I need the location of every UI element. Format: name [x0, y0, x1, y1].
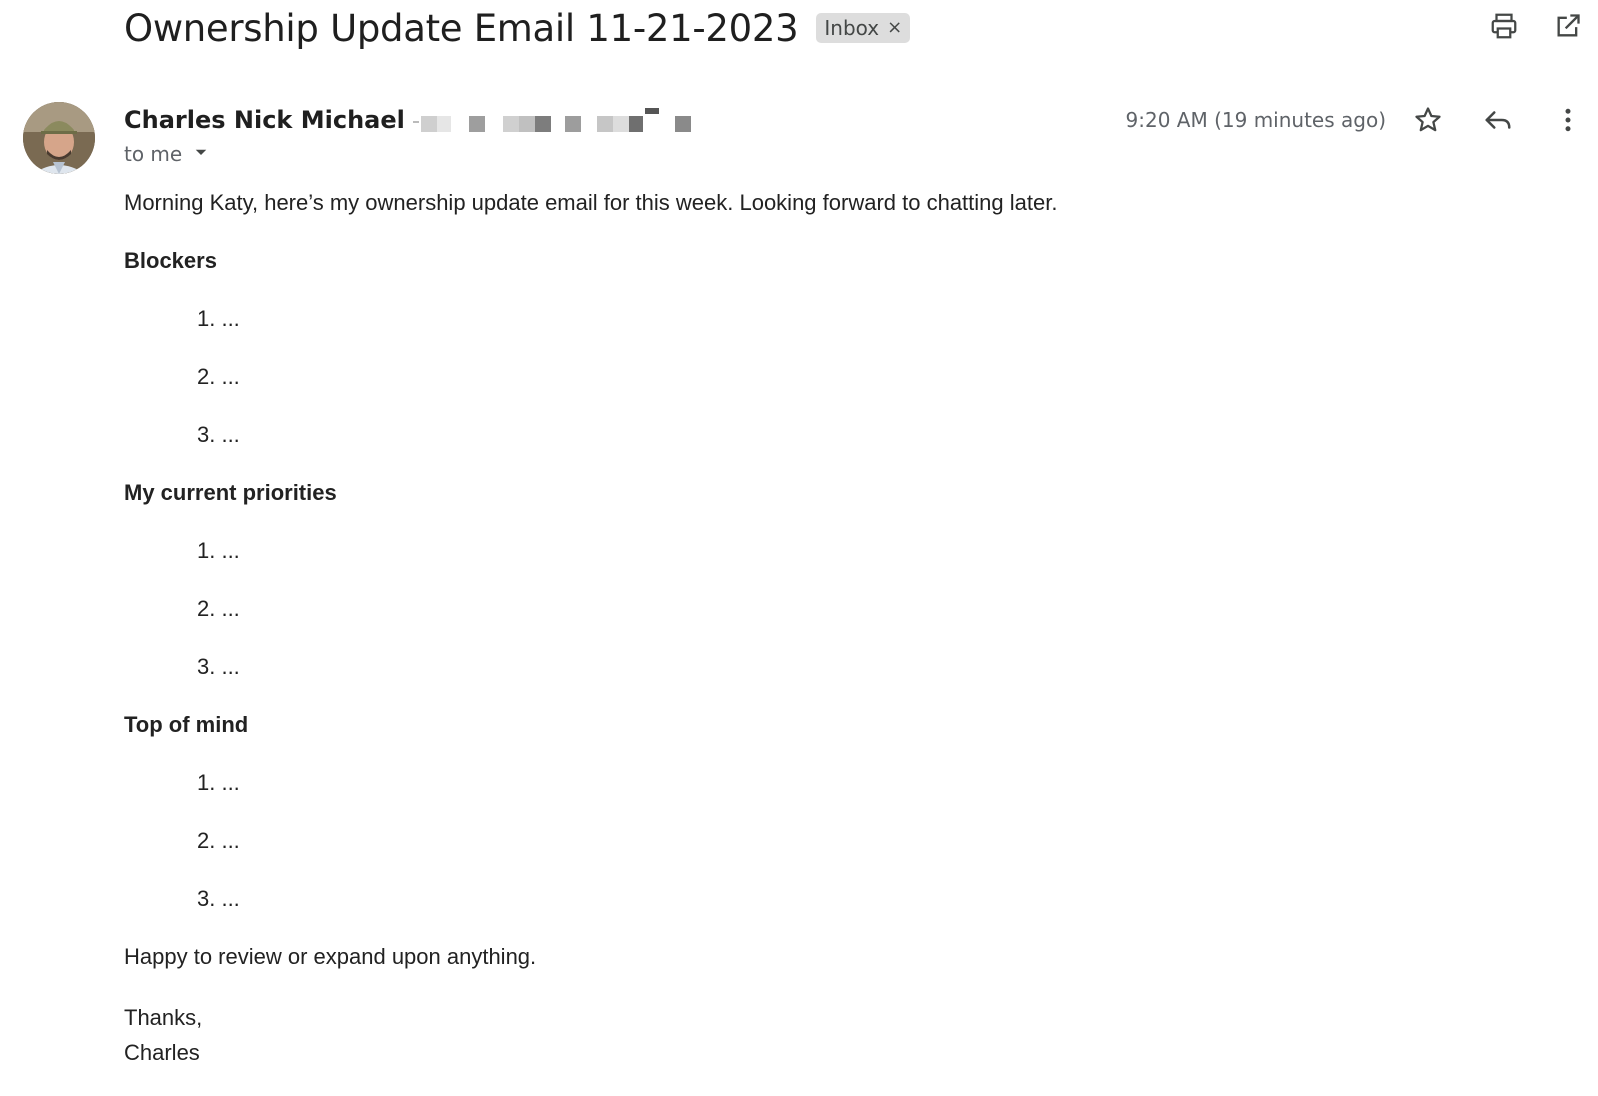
list-item: 1. ... — [197, 538, 240, 563]
email-subject: Ownership Update Email 11-21-2023 — [124, 6, 799, 50]
label-text: Inbox — [824, 16, 880, 40]
email-body: Morning Katy, here’s my ownership update… — [124, 188, 1524, 1070]
sender-name[interactable]: Charles Nick Michael — [124, 106, 405, 134]
message-timestamp: 9:20 AM (19 minutes ago) — [1125, 108, 1386, 132]
caret-down-icon — [192, 142, 210, 166]
more-options-icon — [1553, 105, 1583, 135]
section-heading-top-of-mind: Top of mind — [124, 712, 249, 737]
recipient-line: to me — [124, 142, 693, 166]
list-item: 2. ... — [197, 364, 240, 389]
list-item: 1. ... — [197, 306, 240, 331]
inbox-label-chip[interactable]: Inbox × — [816, 13, 911, 43]
list-item: 3. ... — [197, 886, 240, 911]
priorities-list: 1. ... 2. ... 3. ... — [124, 536, 1524, 710]
sender-avatar[interactable] — [23, 102, 95, 174]
list-item: 3. ... — [197, 654, 240, 679]
recipient-text: to me — [124, 142, 183, 166]
section-heading-priorities: My current priorities — [124, 480, 337, 505]
list-item: 2. ... — [197, 828, 240, 853]
star-button[interactable] — [1410, 102, 1446, 138]
sender-line: Charles Nick Michael — [124, 100, 693, 140]
reply-icon — [1483, 105, 1513, 135]
print-button[interactable] — [1486, 8, 1522, 44]
greeting-paragraph: Morning Katy, here’s my ownership update… — [124, 190, 1058, 215]
print-icon — [1489, 11, 1519, 41]
signoff: Thanks, — [124, 1005, 203, 1030]
show-details-button[interactable] — [192, 142, 210, 166]
list-item: 3. ... — [197, 422, 240, 447]
signature: Charles — [124, 1040, 200, 1065]
star-icon — [1413, 105, 1443, 135]
message-actions — [1410, 102, 1586, 138]
sender-email-redacted — [412, 108, 693, 132]
list-item: 1. ... — [197, 770, 240, 795]
sender-block: Charles Nick Michael to me — [124, 100, 693, 166]
open-in-new-window-icon — [1554, 12, 1582, 40]
section-heading-blockers: Blockers — [124, 248, 217, 273]
blockers-list: 1. ... 2. ... 3. ... — [124, 304, 1524, 478]
closing-paragraph: Happy to review or expand upon anything. — [124, 944, 537, 969]
top-of-mind-list: 1. ... 2. ... 3. ... — [124, 768, 1524, 942]
message-meta: 9:20 AM (19 minutes ago) — [1126, 100, 1586, 140]
more-options-button[interactable] — [1550, 102, 1586, 138]
remove-label-button[interactable]: × — [887, 19, 902, 37]
list-item: 2. ... — [197, 596, 240, 621]
reply-button[interactable] — [1480, 102, 1516, 138]
top-actions — [1486, 8, 1586, 44]
subject-row: Ownership Update Email 11-21-2023 Inbox … — [124, 0, 911, 56]
open-in-new-window-button[interactable] — [1550, 8, 1586, 44]
